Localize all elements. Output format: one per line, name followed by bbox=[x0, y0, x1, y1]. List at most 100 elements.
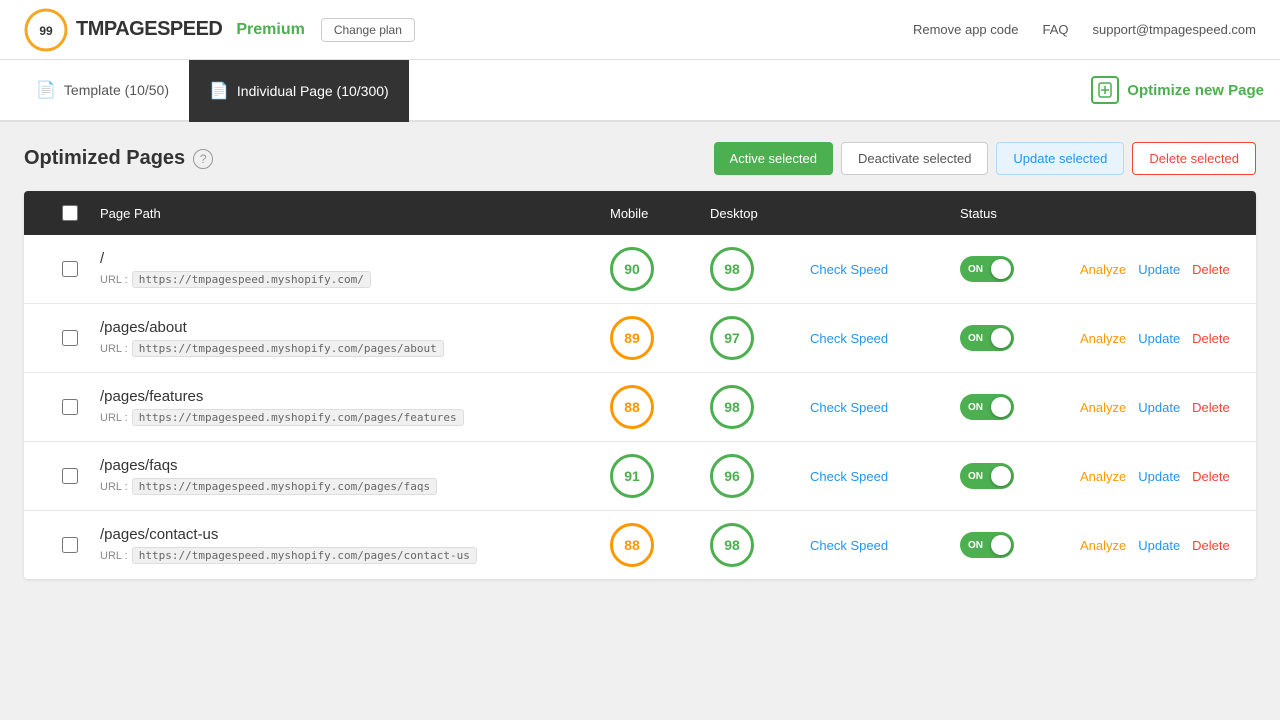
delete-selected-button[interactable]: Delete selected bbox=[1132, 142, 1256, 175]
analyze-button[interactable]: Analyze bbox=[1080, 331, 1126, 346]
update-button[interactable]: Update bbox=[1138, 400, 1180, 415]
update-button[interactable]: Update bbox=[1138, 262, 1180, 277]
individual-page-tab-label: Individual Page (10/300) bbox=[237, 83, 389, 99]
remove-app-code-link[interactable]: Remove app code bbox=[913, 22, 1019, 37]
row-checkbox-cell[interactable] bbox=[40, 399, 100, 415]
desktop-score-cell: 97 bbox=[710, 316, 810, 360]
select-all-checkbox[interactable] bbox=[62, 205, 78, 221]
support-link[interactable]: support@tmpagespeed.com bbox=[1092, 22, 1256, 37]
url-prefix: URL : bbox=[100, 274, 128, 286]
page-path: /pages/features bbox=[100, 388, 610, 405]
row-checkbox[interactable] bbox=[62, 399, 78, 415]
row-checkbox[interactable] bbox=[62, 330, 78, 346]
row-checkbox-cell[interactable] bbox=[40, 537, 100, 553]
tab-individual-page[interactable]: 📄 Individual Page (10/300) bbox=[189, 60, 409, 122]
update-button[interactable]: Update bbox=[1138, 538, 1180, 553]
status-toggle[interactable]: ON bbox=[960, 463, 1014, 489]
check-speed-cell[interactable]: Check Speed bbox=[810, 399, 960, 415]
change-plan-button[interactable]: Change plan bbox=[321, 18, 415, 42]
page-path-cell: /pages/faqs URL : https://tmpagespeed.my… bbox=[100, 457, 610, 495]
status-toggle[interactable]: ON bbox=[960, 394, 1014, 420]
url-prefix: URL : bbox=[100, 481, 128, 493]
status-toggle[interactable]: ON bbox=[960, 256, 1014, 282]
tab-template[interactable]: 📄 Template (10/50) bbox=[16, 60, 189, 122]
check-speed-link[interactable]: Check Speed bbox=[810, 331, 888, 346]
row-actions: Analyze Update Delete bbox=[1080, 538, 1240, 553]
url-label: URL : https://tmpagespeed.myshopify.com/… bbox=[100, 478, 610, 495]
update-button[interactable]: Update bbox=[1138, 469, 1180, 484]
deactivate-selected-button[interactable]: Deactivate selected bbox=[841, 142, 988, 175]
status-cell: ON bbox=[960, 532, 1080, 558]
analyze-button[interactable]: Analyze bbox=[1080, 400, 1126, 415]
active-selected-button[interactable]: Active selected bbox=[714, 142, 833, 175]
header-nav: Remove app code FAQ support@tmpagespeed.… bbox=[913, 22, 1256, 37]
toggle-knob bbox=[991, 397, 1011, 417]
desktop-score-cell: 98 bbox=[710, 385, 810, 429]
row-checkbox-cell[interactable] bbox=[40, 468, 100, 484]
desktop-score-circle: 98 bbox=[710, 523, 754, 567]
delete-button[interactable]: Delete bbox=[1192, 262, 1230, 277]
tabs-bar: 📄 Template (10/50) 📄 Individual Page (10… bbox=[0, 60, 1280, 122]
url-label: URL : https://tmpagespeed.myshopify.com/ bbox=[100, 271, 610, 288]
url-label: URL : https://tmpagespeed.myshopify.com/… bbox=[100, 409, 610, 426]
status-cell: ON bbox=[960, 463, 1080, 489]
analyze-button[interactable]: Analyze bbox=[1080, 469, 1126, 484]
desktop-score-circle: 97 bbox=[710, 316, 754, 360]
delete-button[interactable]: Delete bbox=[1192, 469, 1230, 484]
update-selected-button[interactable]: Update selected bbox=[996, 142, 1124, 175]
row-checkbox[interactable] bbox=[62, 261, 78, 277]
optimize-new-page-button[interactable]: Optimize new Page bbox=[1091, 60, 1264, 120]
status-toggle[interactable]: ON bbox=[960, 532, 1014, 558]
toggle-knob bbox=[991, 259, 1011, 279]
page-path-cell: / URL : https://tmpagespeed.myshopify.co… bbox=[100, 250, 610, 288]
section-title-area: Optimized Pages ? bbox=[24, 147, 213, 170]
logo-area: 99 TMPAGESPEED Premium Change plan bbox=[24, 8, 415, 52]
status-cell: ON bbox=[960, 256, 1080, 282]
toggle-label: ON bbox=[968, 471, 983, 482]
optimize-new-label: Optimize new Page bbox=[1127, 82, 1264, 99]
check-speed-cell[interactable]: Check Speed bbox=[810, 537, 960, 553]
row-checkbox[interactable] bbox=[62, 468, 78, 484]
page-path: /pages/about bbox=[100, 319, 610, 336]
table-header: Page Path Mobile Desktop Status bbox=[24, 191, 1256, 235]
mobile-score-circle: 88 bbox=[610, 523, 654, 567]
faq-link[interactable]: FAQ bbox=[1042, 22, 1068, 37]
mobile-score-circle: 90 bbox=[610, 247, 654, 291]
mobile-score-circle: 88 bbox=[610, 385, 654, 429]
desktop-score-circle: 98 bbox=[710, 247, 754, 291]
toggle-knob bbox=[991, 466, 1011, 486]
section-title: Optimized Pages bbox=[24, 147, 185, 170]
check-speed-link[interactable]: Check Speed bbox=[810, 262, 888, 277]
check-speed-cell[interactable]: Check Speed bbox=[810, 330, 960, 346]
url-prefix: URL : bbox=[100, 550, 128, 562]
header: 99 TMPAGESPEED Premium Change plan Remov… bbox=[0, 0, 1280, 60]
row-checkbox-cell[interactable] bbox=[40, 261, 100, 277]
desktop-score-cell: 98 bbox=[710, 247, 810, 291]
mobile-header: Mobile bbox=[610, 206, 710, 221]
status-toggle[interactable]: ON bbox=[960, 325, 1014, 351]
select-all-checkbox-cell[interactable] bbox=[40, 205, 100, 221]
analyze-button[interactable]: Analyze bbox=[1080, 538, 1126, 553]
help-icon[interactable]: ? bbox=[193, 149, 213, 169]
delete-button[interactable]: Delete bbox=[1192, 538, 1230, 553]
row-checkbox-cell[interactable] bbox=[40, 330, 100, 346]
check-speed-cell[interactable]: Check Speed bbox=[810, 468, 960, 484]
check-speed-cell[interactable]: Check Speed bbox=[810, 261, 960, 277]
update-button[interactable]: Update bbox=[1138, 331, 1180, 346]
row-actions: Analyze Update Delete bbox=[1080, 469, 1240, 484]
status-header: Status bbox=[960, 206, 1080, 221]
desktop-score-cell: 96 bbox=[710, 454, 810, 498]
analyze-button[interactable]: Analyze bbox=[1080, 262, 1126, 277]
mobile-score-cell: 89 bbox=[610, 316, 710, 360]
check-speed-link[interactable]: Check Speed bbox=[810, 400, 888, 415]
check-speed-link[interactable]: Check Speed bbox=[810, 469, 888, 484]
delete-button[interactable]: Delete bbox=[1192, 400, 1230, 415]
delete-button[interactable]: Delete bbox=[1192, 331, 1230, 346]
toggle-label: ON bbox=[968, 264, 983, 275]
status-cell: ON bbox=[960, 325, 1080, 351]
row-checkbox[interactable] bbox=[62, 537, 78, 553]
check-speed-link[interactable]: Check Speed bbox=[810, 538, 888, 553]
template-tab-icon: 📄 bbox=[36, 80, 56, 100]
action-buttons: Active selected Deactivate selected Upda… bbox=[714, 142, 1256, 175]
page-path-cell: /pages/about URL : https://tmpagespeed.m… bbox=[100, 319, 610, 357]
